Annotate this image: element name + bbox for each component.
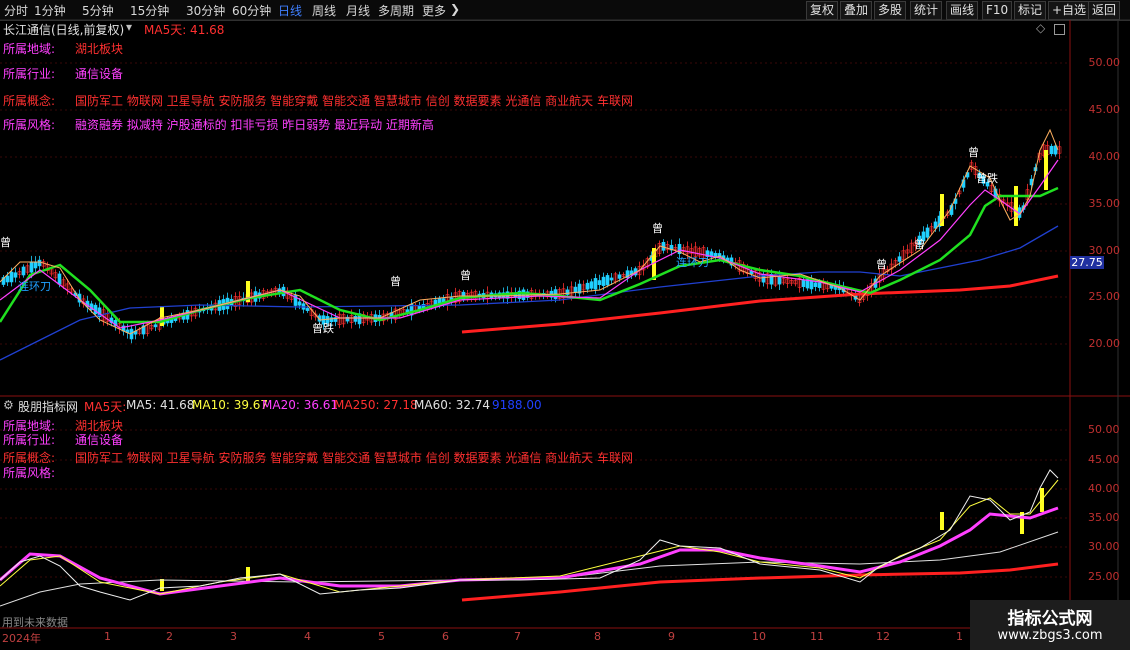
x-tick: 10 [752,630,766,643]
marker-label: 曾跌 [976,172,998,185]
info-key: 所属行业: [3,67,56,81]
info-industry: 所属行业: 通信设备 [3,431,123,448]
info-key: 所属概念: [3,94,56,108]
info-key: 所属地域: [3,42,56,56]
info-region: 所属地域: 湖北板块 [3,40,123,57]
collapse-icon[interactable]: ▾ [126,20,132,34]
legend-item: MA5: 41.68 [126,398,195,412]
marker-label: 连环刀 [676,256,709,269]
x-tick: 7 [514,630,521,643]
y-tick: 45.00 [1088,453,1120,466]
y-tick: 25.00 [1088,570,1120,583]
info-style: 所属风格: 融资融券 拟减持 沪股通标的 扣非亏损 昨日弱势 最近异动 近期新高 [3,116,434,133]
marker-label: 曾 [968,146,979,159]
info-value: 湖北板块 [75,42,124,56]
watermark-logo: 指标公式网 www.zbgs3.com [970,600,1130,650]
x-tick: 5 [378,630,385,643]
info-style: 所属风格: [3,464,55,481]
info-key: 所属概念: [3,451,56,465]
info-key: 所属风格: [3,466,56,480]
x-tick: 4 [304,630,311,643]
footer-note: 用到未来数据 [2,616,68,629]
legend-item: MA250: 27.18 [334,398,418,412]
legend-item: MA60: 32.74 [414,398,491,412]
y-tick: 50.00 [1088,56,1121,69]
info-concept: 所属概念: 国防军工 物联网 卫星导航 安防服务 智能穿戴 智能交通 智慧城市 … [3,92,633,109]
legend-item: 9188.00 [492,398,542,412]
x-tick: 3 [230,630,237,643]
marker-label: 曾 [390,275,401,288]
info-value: 通信设备 [75,433,124,447]
y-tick: 40.00 [1088,150,1121,163]
marker-label: 曾 [914,238,925,251]
y-tick: 50.00 [1088,423,1120,436]
y-tick: 20.00 [1088,337,1121,350]
y-tick: 35.00 [1088,197,1121,210]
x-tick: 8 [594,630,601,643]
info-value: 通信设备 [75,67,124,81]
maximize-icon[interactable] [1054,24,1065,35]
y-tick: 45.00 [1088,103,1121,116]
x-tick: 6 [442,630,449,643]
info-industry: 所属行业: 通信设备 [3,65,123,82]
y-tick: 35.00 [1088,511,1120,524]
main-chart-title: 长江通信(日线,前复权) [3,23,125,37]
y-tick: 40.00 [1088,482,1120,495]
marker-label: 曾 [0,236,11,249]
info-value: 国防军工 物联网 卫星导航 安防服务 智能穿戴 智能交通 智慧城市 信创 数据要… [75,451,633,465]
watermark-url: www.zbgs3.com [997,628,1103,643]
main-chart-pane: 长江通信(日线,前复权) ▾ MA5天: 41.68 ◇ 所属地域: 湖北板块 … [0,20,1120,396]
legend-item: MA10: 39.67 [192,398,269,412]
watermark-title: 指标公式网 [1007,609,1093,629]
marker-label: 曾 [652,222,663,235]
legend-item: MA5天: [84,400,127,414]
settings-icon[interactable]: ⚙ [3,398,14,412]
y-tick: 30.00 [1088,540,1120,553]
y-tick: 25.00 [1088,290,1121,303]
marker-label: 曾 [876,258,887,271]
x-tick: 1 [956,630,963,643]
info-key: 所属风格: [3,118,56,132]
x-tick: 11 [810,630,824,643]
x-tick: 12 [876,630,890,643]
indicator-pane: ⚙ 股朋指标网 MA5天: MA5: 41.68 MA10: 39.67 MA2… [0,396,1120,629]
marker-label: 曾跌 [312,322,334,335]
x-tick: 2 [166,630,173,643]
diamond-icon[interactable]: ◇ [1036,21,1045,35]
current-price-tag: 27.75 [1070,256,1104,269]
info-key: 所属行业: [3,433,56,447]
info-value: 国防军工 物联网 卫星导航 安防服务 智能穿戴 智能交通 智慧城市 信创 数据要… [75,94,633,108]
x-tick: 2024年 [2,632,41,645]
x-tick: 1 [104,630,111,643]
marker-label: 连环刀 [18,280,51,293]
x-tick: 9 [668,630,675,643]
ma5-label: MA5天: 41.68 [144,23,225,37]
info-value: 融资融券 拟减持 沪股通标的 扣非亏损 昨日弱势 最近异动 近期新高 [75,118,434,132]
marker-label: 曾 [460,269,471,282]
indicator-title: 股朋指标网 [18,400,79,414]
legend-item: MA20: 36.61 [262,398,339,412]
